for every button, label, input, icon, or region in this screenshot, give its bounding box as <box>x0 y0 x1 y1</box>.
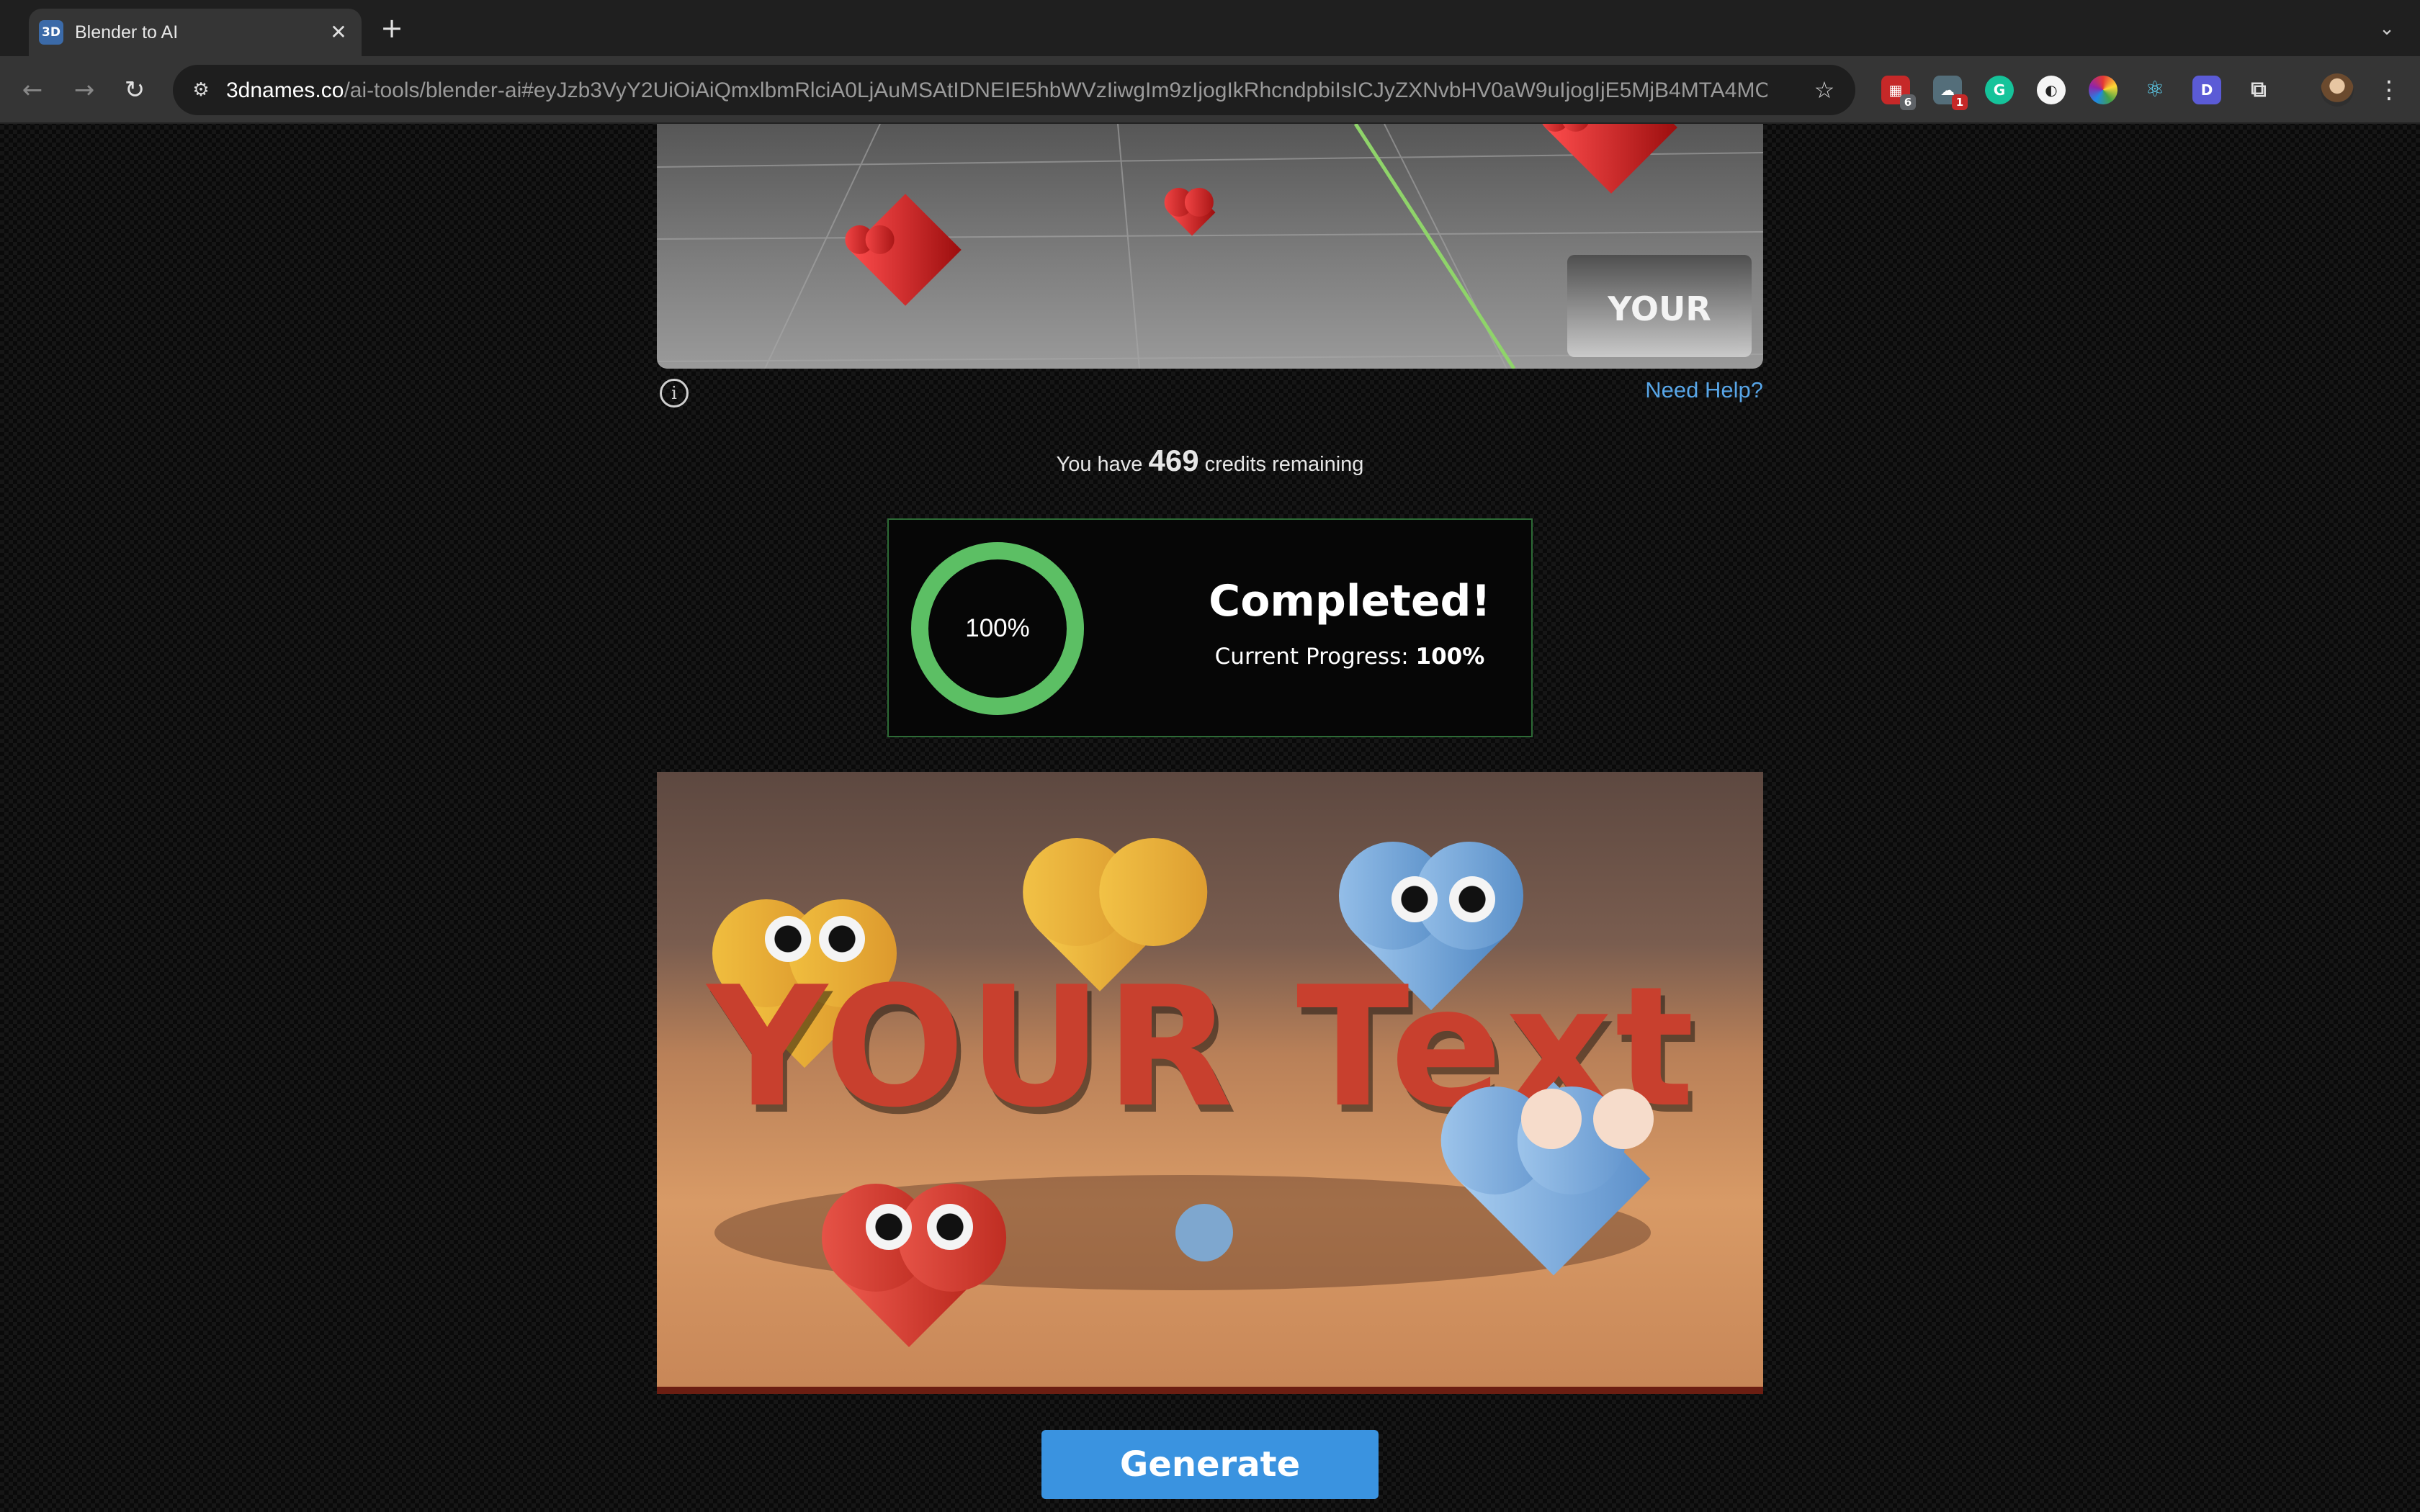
info-icon[interactable]: i <box>660 379 689 408</box>
browser-tab[interactable]: 3D Blender to AI ✕ <box>29 9 362 56</box>
credits-count: 469 <box>1148 444 1199 477</box>
url-path: /ai-tools/blender-ai#eyJzb3VyY2UiOiAiQmx… <box>344 78 1767 102</box>
browser-toolbar: ← → ↻ ⚙ 3dnames.co/ai-tools/blender-ai#e… <box>0 56 2420 124</box>
new-tab-icon[interactable]: + <box>376 12 408 44</box>
chevron-down-icon[interactable]: ⌄ <box>2371 13 2403 45</box>
bookmark-star-icon[interactable]: ☆ <box>1809 75 1839 105</box>
eye-shape <box>1593 1089 1654 1149</box>
current-progress-value: 100% <box>1415 644 1485 670</box>
progress-ring-label: 100% <box>965 614 1030 642</box>
status-title: Completed! <box>1209 576 1491 626</box>
url-host: 3dnames.co <box>226 78 344 102</box>
grammarly-icon[interactable]: G <box>1985 76 2014 104</box>
site-favicon-icon: 3D <box>39 20 63 45</box>
extension-badge: 1 <box>1952 94 1968 110</box>
credits-suffix: credits remaining <box>1204 453 1364 476</box>
extensions-puzzle-icon[interactable]: ⧉ <box>2244 76 2273 104</box>
color-picker-icon[interactable] <box>2089 76 2118 104</box>
eye-shape <box>927 1204 973 1250</box>
browser-tab-bar: 3D Blender to AI ✕ + ⌄ <box>0 0 2420 56</box>
extension-badge: 6 <box>1900 94 1916 110</box>
tab-title: Blender to AI <box>75 22 179 42</box>
credits-remaining: You have 469 credits remaining <box>0 444 2420 478</box>
generated-result-image: YOUR Text <box>657 772 1763 1394</box>
profile-avatar[interactable] <box>2321 73 2354 107</box>
cloud-ext-icon[interactable]: ☁ 1 <box>1933 76 1968 110</box>
eye-shape <box>1392 876 1438 922</box>
current-progress-label: Current Progress: <box>1214 644 1409 670</box>
blender-render-preview: YOUR TEXT <box>657 124 1763 369</box>
generate-another-button[interactable]: Generate Another <box>1041 1430 1379 1499</box>
circle-ext-icon[interactable]: ◐ <box>2037 76 2066 104</box>
site-settings-icon[interactable]: ⚙ <box>187 76 215 104</box>
close-icon[interactable]: ✕ <box>324 18 353 47</box>
react-devtools-icon[interactable]: ⚛ <box>2141 76 2169 104</box>
forward-arrow-icon[interactable]: → <box>66 72 102 108</box>
eye-shape <box>1521 1089 1582 1149</box>
preview-thumbnail: YOUR TEXT <box>1567 255 1752 357</box>
address-bar[interactable]: ⚙ 3dnames.co/ai-tools/blender-ai#eyJzb3V… <box>173 65 1855 115</box>
reload-icon[interactable]: ↻ <box>117 72 153 108</box>
url-text[interactable]: 3dnames.co/ai-tools/blender-ai#eyJzb3VyY… <box>226 78 1767 103</box>
back-arrow-icon[interactable]: ← <box>14 72 50 108</box>
eye-shape <box>1449 876 1495 922</box>
kebab-menu-icon[interactable]: ⋮ <box>2372 73 2406 107</box>
eye-shape <box>866 1204 912 1250</box>
progress-panel: 100% Completed! Current Progress: 100% <box>887 518 1533 737</box>
current-progress: Current Progress: 100% <box>1191 644 1508 670</box>
need-help-link[interactable]: Need Help? <box>1645 377 1763 403</box>
tiny-robot-figure <box>1175 1204 1233 1261</box>
calendar-ext-icon[interactable]: ▦ 6 <box>1881 76 1916 110</box>
d-ext-icon[interactable]: D <box>2192 76 2221 104</box>
credits-prefix: You have <box>1056 453 1143 476</box>
